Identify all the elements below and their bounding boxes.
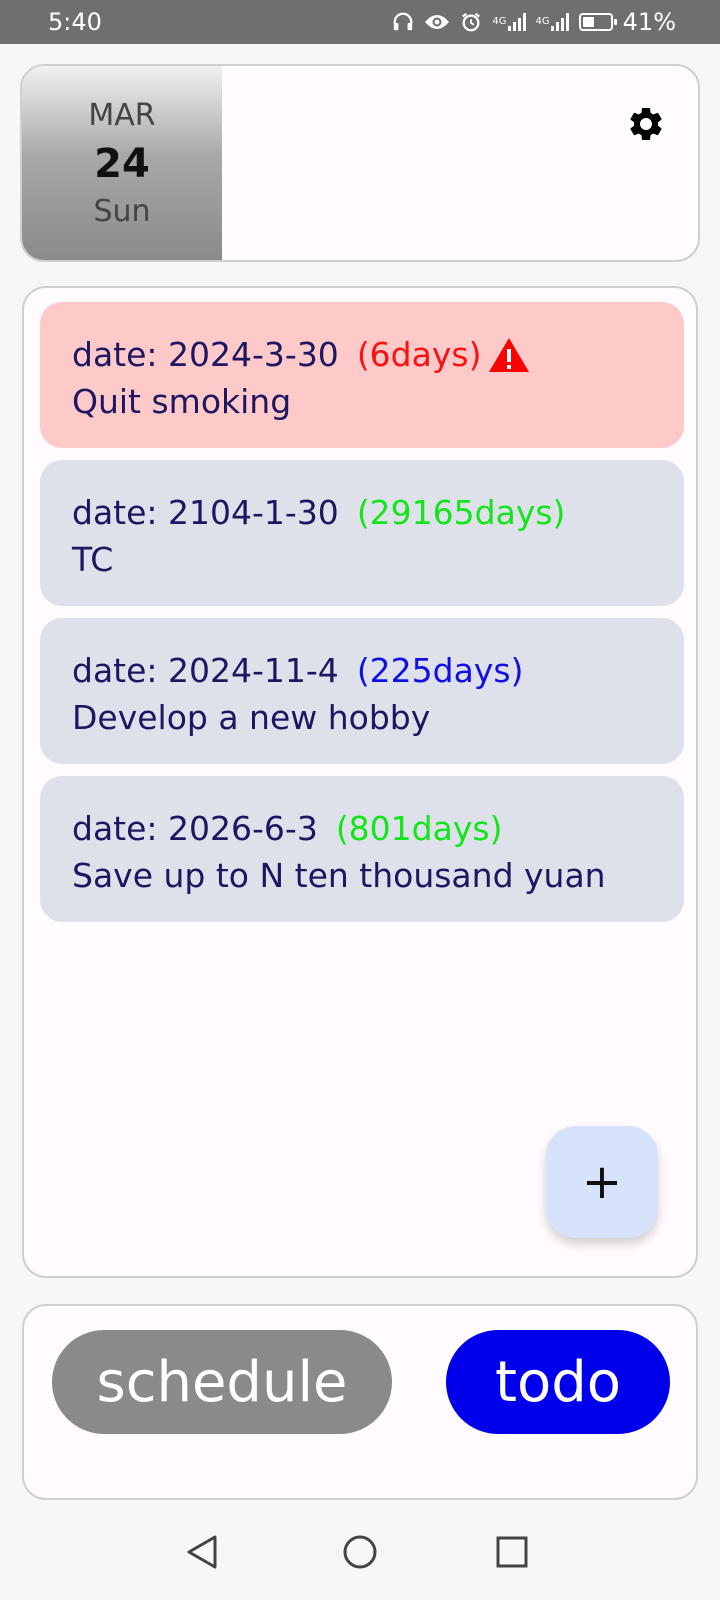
todo-date: date: 2026-6-3 <box>72 809 318 848</box>
network-type-1: 4G <box>492 16 507 27</box>
todo-list-card: date: 2024-3-30 (6days) Quit smoking dat… <box>22 286 698 1278</box>
todo-title: Save up to N ten thousand yuan <box>72 856 606 895</box>
todo-days-remaining: (6days) <box>356 335 482 374</box>
tab-schedule[interactable]: schedule <box>52 1330 392 1434</box>
todo-item[interactable]: date: 2026-6-3 (801days) Save up to N te… <box>40 776 684 922</box>
date-month: MAR <box>88 98 156 133</box>
status-time: 5:40 <box>48 8 102 36</box>
todo-title: TC <box>72 540 114 579</box>
todo-days-remaining: (225days) <box>356 651 524 690</box>
todo-days-remaining: (801days) <box>335 809 503 848</box>
back-icon <box>185 1534 219 1574</box>
gear-icon <box>626 104 666 148</box>
add-todo-button[interactable]: + <box>546 1126 658 1238</box>
tab-bar: schedule todo <box>22 1304 698 1500</box>
plus-icon: + <box>581 1154 623 1210</box>
back-button[interactable] <box>172 1524 232 1584</box>
todo-date: date: 2104-1-30 <box>72 493 339 532</box>
settings-button[interactable] <box>618 98 674 154</box>
system-nav-bar <box>0 1510 720 1600</box>
headphones-icon <box>392 11 414 33</box>
todo-date: date: 2024-11-4 <box>72 651 339 690</box>
recents-icon <box>495 1535 529 1573</box>
eye-icon <box>424 12 450 32</box>
warning-icon <box>487 336 531 374</box>
home-icon <box>342 1534 378 1574</box>
todo-item[interactable]: date: 2104-1-30 (29165days) TC <box>40 460 684 606</box>
battery-percent: 41% <box>622 8 676 36</box>
alarm-icon <box>460 11 482 33</box>
signal-icon-2: 4G <box>536 13 569 31</box>
date-day: 24 <box>94 141 150 187</box>
todo-title: Develop a new hobby <box>72 698 431 737</box>
todo-title: Quit smoking <box>72 382 292 421</box>
todo-days-remaining: (29165days) <box>356 493 566 532</box>
header-card: MAR 24 Sun <box>20 64 700 262</box>
todo-item[interactable]: date: 2024-11-4 (225days) Develop a new … <box>40 618 684 764</box>
status-bar: 5:40 4G 4G 41% <box>0 0 720 44</box>
status-icons: 4G 4G 41% <box>392 8 676 36</box>
todo-date: date: 2024-3-30 <box>72 335 339 374</box>
home-button[interactable] <box>330 1524 390 1584</box>
recents-button[interactable] <box>482 1524 542 1584</box>
tab-todo[interactable]: todo <box>446 1330 670 1434</box>
battery-icon <box>578 13 617 31</box>
date-tile: MAR 24 Sun <box>22 66 222 260</box>
todo-item[interactable]: date: 2024-3-30 (6days) Quit smoking <box>40 302 684 448</box>
network-type-2: 4G <box>535 16 550 27</box>
date-weekday: Sun <box>93 194 151 229</box>
signal-icon-1: 4G <box>492 13 526 31</box>
